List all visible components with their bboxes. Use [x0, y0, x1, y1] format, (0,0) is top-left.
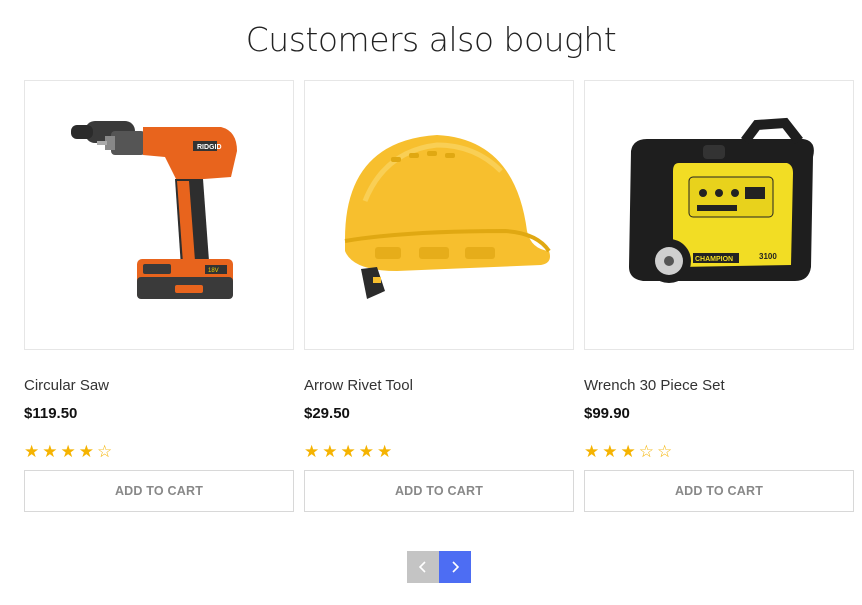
- cordless-drill-icon: RIDGID 18V: [71, 121, 237, 299]
- star-filled-icon: ★: [358, 442, 374, 462]
- product-image[interactable]: RIDGID 18V: [24, 80, 294, 350]
- star-filled-icon: ★: [42, 442, 58, 462]
- product-price: $29.50: [304, 405, 350, 422]
- star-filled-icon: ★: [322, 442, 338, 462]
- star-filled-icon: ★: [340, 442, 356, 462]
- product-image[interactable]: CHAMPION 3100: [584, 80, 854, 350]
- add-to-cart-button[interactable]: ADD TO CART: [304, 470, 574, 512]
- star-empty-icon: ☆: [657, 442, 673, 462]
- add-to-cart-button[interactable]: ADD TO CART: [584, 470, 854, 512]
- star-rating: ★ ★ ★ ☆ ☆: [584, 443, 854, 461]
- star-filled-icon: ★: [78, 442, 94, 462]
- star-empty-icon: ☆: [638, 442, 654, 462]
- generator-icon: CHAMPION 3100: [629, 117, 814, 283]
- star-filled-icon: ★: [60, 442, 76, 462]
- star-empty-icon: ☆: [97, 442, 113, 462]
- star-filled-icon: ★: [602, 442, 618, 462]
- add-to-cart-button[interactable]: ADD TO CART: [24, 470, 294, 512]
- star-rating: ★ ★ ★ ★ ☆: [24, 443, 294, 461]
- svg-text:CHAMPION: CHAMPION: [695, 256, 733, 263]
- product-card: CHAMPION 3100 Wrench 30 Piece Set $99.90…: [584, 80, 854, 512]
- star-filled-icon: ★: [377, 442, 393, 462]
- product-price: $119.50: [24, 405, 78, 422]
- product-image[interactable]: [304, 80, 574, 350]
- prev-button[interactable]: [407, 551, 439, 583]
- product-price: $99.90: [584, 405, 630, 422]
- product-name[interactable]: Wrench 30 Piece Set: [584, 377, 854, 397]
- product-name[interactable]: Circular Saw: [24, 377, 294, 397]
- chevron-right-icon: [452, 561, 460, 573]
- star-filled-icon: ★: [620, 442, 636, 462]
- svg-text:RIDGID: RIDGID: [197, 144, 222, 151]
- section-title: Customers also bought: [245, 20, 617, 59]
- next-button[interactable]: [439, 551, 471, 583]
- svg-text:3100: 3100: [759, 252, 777, 261]
- star-filled-icon: ★: [304, 442, 320, 462]
- product-card: RIDGID 18V Circular Saw $119.50 ★ ★ ★ ★ …: [24, 80, 294, 512]
- chevron-left-icon: [418, 561, 426, 573]
- svg-text:18V: 18V: [208, 268, 219, 274]
- star-filled-icon: ★: [584, 442, 600, 462]
- carousel-pagination: [407, 551, 471, 583]
- product-card: Arrow Rivet Tool $29.50 ★ ★ ★ ★ ★ ADD TO…: [304, 80, 574, 512]
- star-filled-icon: ★: [24, 442, 40, 462]
- hard-hat-icon: [344, 135, 551, 299]
- product-name[interactable]: Arrow Rivet Tool: [304, 377, 574, 397]
- star-rating: ★ ★ ★ ★ ★: [304, 443, 574, 461]
